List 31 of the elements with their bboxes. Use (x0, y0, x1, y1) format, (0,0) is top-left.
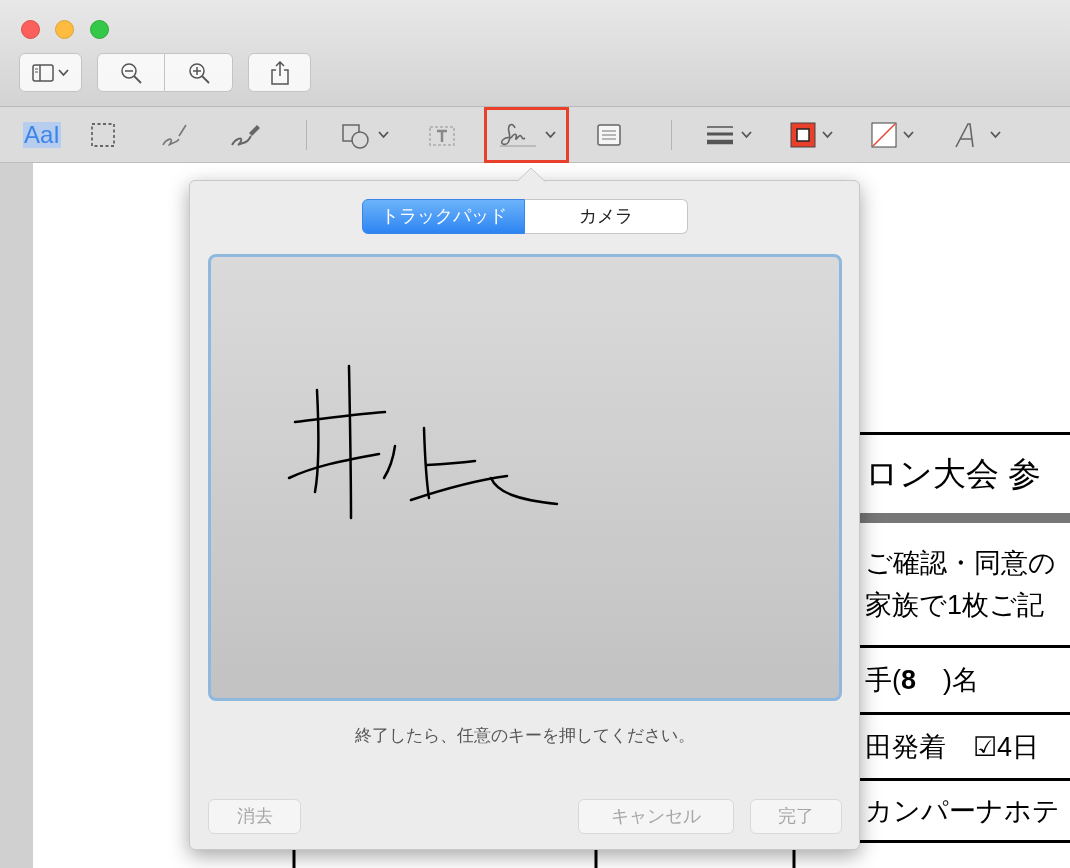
document-text: ご確認・同意の (865, 547, 1057, 580)
document-text: 田発着 ☑4日 (865, 730, 1041, 764)
zoom-out-icon (119, 60, 143, 85)
document-text: 手(8 )名 (865, 664, 981, 697)
zoom-in-icon (186, 60, 211, 85)
close-button[interactable] (21, 20, 40, 39)
fill-color-icon (871, 121, 898, 148)
chevron-down-icon (822, 130, 834, 139)
share-icon (269, 60, 290, 85)
minimize-button[interactable] (55, 20, 74, 39)
zoom-in-button[interactable] (165, 53, 233, 92)
zoom-out-button[interactable] (97, 53, 165, 92)
chevron-down-icon (58, 68, 69, 77)
chevron-down-icon (741, 130, 753, 139)
segment-tab[interactable]: トラックパッド (362, 199, 525, 234)
zoom-button[interactable] (90, 20, 109, 39)
chevron-down-icon (990, 130, 1002, 139)
sidebar-icon (32, 63, 54, 82)
document-text: カンパーナホテ (865, 794, 1061, 828)
sidebar-button[interactable] (19, 53, 82, 92)
chevron-down-icon (545, 130, 557, 139)
chevron-down-icon (378, 130, 390, 139)
document-text: ロン大会 参 (865, 454, 1043, 494)
chevron-down-icon (903, 130, 915, 139)
border-color-icon (790, 121, 817, 148)
signature-tool[interactable] (484, 106, 570, 163)
instruction-text: 終了したら、任意のキーを押してください。 (353, 725, 696, 747)
document-text: 家族で1枚ご記 (865, 589, 1046, 622)
text-selection-tool[interactable]: AaI (20, 106, 65, 163)
share-button[interactable] (248, 53, 311, 92)
segment-tab[interactable]: カメラ (525, 199, 688, 234)
